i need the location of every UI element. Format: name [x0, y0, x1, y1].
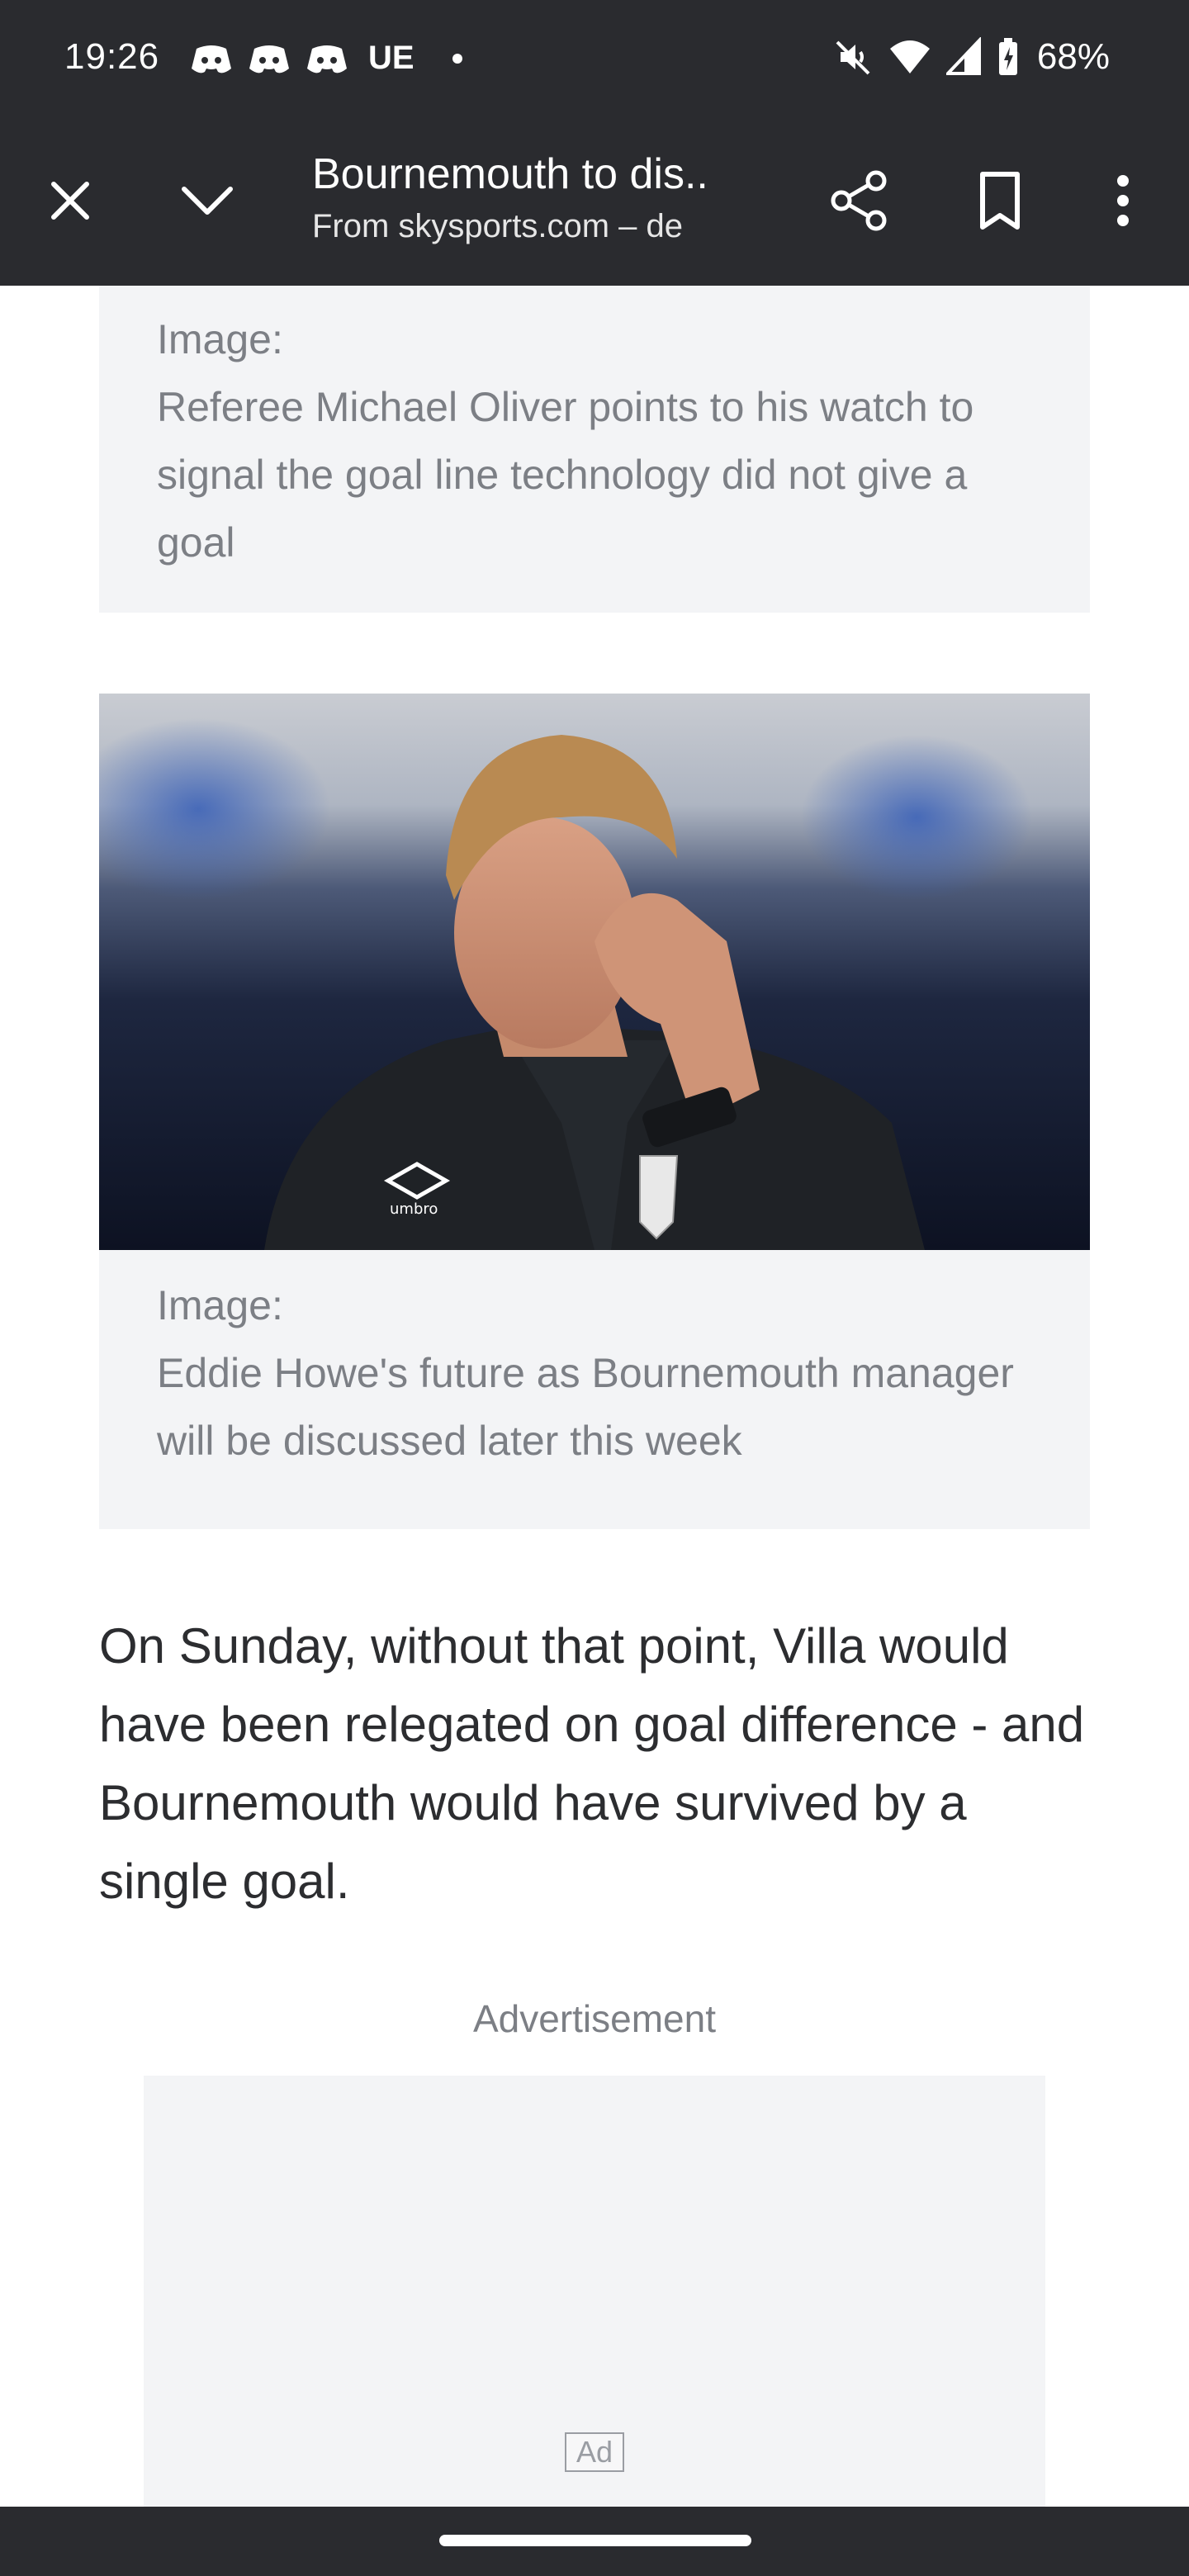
more-options-button[interactable] [1090, 116, 1156, 286]
image-caption: Image: Referee Michael Oliver points to … [99, 286, 1090, 613]
ad-container[interactable]: Ad [144, 2076, 1045, 2507]
status-bar: 19:26 UE 68% [0, 0, 1189, 116]
caption-label: Image: [157, 316, 283, 362]
notification-dot [452, 53, 462, 64]
close-icon [51, 182, 89, 220]
signal-icon [945, 37, 981, 75]
wifi-icon [889, 40, 930, 73]
page-title-area[interactable]: Bournemouth to dis... From skysports.com… [312, 147, 708, 245]
mute-icon [836, 40, 870, 75]
page-url: From skysports.com – de [312, 207, 684, 244]
manager-photo-image: umbro [99, 694, 1090, 1250]
more-vert-icon [1117, 175, 1129, 226]
article-paragraph: On Sunday, without that point, Villa wou… [99, 1618, 1085, 1909]
caption-text: Referee Michael Oliver points to his wat… [157, 384, 974, 566]
share-icon [831, 170, 887, 231]
bookmark-button[interactable] [963, 116, 1037, 286]
close-button[interactable] [33, 116, 107, 286]
caption-text: Eddie Howe's future as Bournemouth manag… [157, 1350, 1014, 1464]
status-time: 19:26 [64, 36, 160, 77]
home-gesture-handle[interactable] [439, 2535, 751, 2546]
image-caption: Image: Eddie Howe's future as Bournemout… [99, 1250, 1090, 1529]
article-content: Image: Referee Michael Oliver points to … [0, 286, 1189, 2507]
system-navigation-bar [0, 2507, 1189, 2576]
umbro-logo-text: umbro [390, 1200, 438, 1218]
advertisement-label: Advertisement [472, 1997, 716, 2040]
battery-percent: 68% [1036, 36, 1110, 77]
bookmark-icon [980, 172, 1020, 230]
ad-badge: Ad [565, 2432, 624, 2472]
custom-tab-toolbar: Bournemouth to dis... From skysports.com… [0, 116, 1189, 286]
discord-icon [249, 45, 289, 73]
share-button[interactable] [822, 116, 897, 286]
minimize-button[interactable] [170, 116, 244, 286]
discord-icon [307, 45, 347, 73]
battery-charging-icon [998, 38, 1017, 75]
system-icons: 68% [834, 36, 1110, 78]
caption-label: Image: [157, 1282, 283, 1328]
page-title: Bournemouth to dis... [312, 150, 708, 198]
article-photo[interactable]: umbro [99, 694, 1090, 1250]
chevron-down-icon [182, 187, 233, 215]
discord-icon [192, 45, 231, 73]
notification-icons: UE [190, 40, 462, 77]
carrier-text: UE [368, 40, 414, 76]
